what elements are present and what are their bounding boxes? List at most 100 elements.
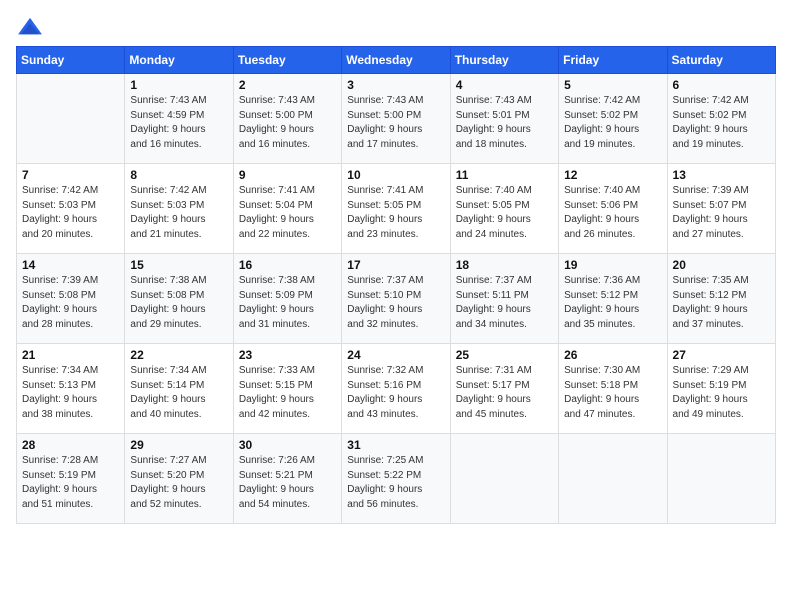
- calendar-cell: 24 Sunrise: 7:32 AM Sunset: 5:16 PM Dayli…: [342, 344, 450, 434]
- day-number: 2: [239, 78, 336, 92]
- calendar-week-4: 21 Sunrise: 7:34 AM Sunset: 5:13 PM Dayli…: [17, 344, 776, 434]
- column-header-friday: Friday: [559, 47, 667, 74]
- calendar-cell: 23 Sunrise: 7:33 AM Sunset: 5:15 PM Dayli…: [233, 344, 341, 434]
- day-number: 14: [22, 258, 119, 272]
- logo-icon: [16, 16, 44, 38]
- day-info: Sunrise: 7:38 AM Sunset: 5:08 PM Dayligh…: [130, 274, 227, 332]
- day-info: Sunrise: 7:40 AM Sunset: 5:06 PM Dayligh…: [564, 184, 661, 242]
- page-header: [16, 16, 776, 38]
- column-header-saturday: Saturday: [667, 47, 775, 74]
- day-info: Sunrise: 7:41 AM Sunset: 5:05 PM Dayligh…: [347, 184, 444, 242]
- calendar-week-1: 1Sunrise: 7:43 AM Sunset: 4:59 PM Daylig…: [17, 74, 776, 164]
- day-info: Sunrise: 7:42 AM Sunset: 5:02 PM Dayligh…: [673, 94, 770, 152]
- logo: [16, 16, 48, 38]
- column-header-wednesday: Wednesday: [342, 47, 450, 74]
- day-number: 19: [564, 258, 661, 272]
- day-info: Sunrise: 7:25 AM Sunset: 5:22 PM Dayligh…: [347, 454, 444, 512]
- calendar-cell: 6 Sunrise: 7:42 AM Sunset: 5:02 PM Daylig…: [667, 74, 775, 164]
- column-header-sunday: Sunday: [17, 47, 125, 74]
- calendar-cell: 11Sunrise: 7:40 AM Sunset: 5:05 PM Dayli…: [450, 164, 558, 254]
- day-number: 13: [673, 168, 770, 182]
- day-info: Sunrise: 7:37 AM Sunset: 5:10 PM Dayligh…: [347, 274, 444, 332]
- calendar-cell: 16 Sunrise: 7:38 AM Sunset: 5:09 PM Dayli…: [233, 254, 341, 344]
- day-info: Sunrise: 7:40 AM Sunset: 5:05 PM Dayligh…: [456, 184, 553, 242]
- day-number: 23: [239, 348, 336, 362]
- day-number: 10: [347, 168, 444, 182]
- calendar-cell: 10 Sunrise: 7:41 AM Sunset: 5:05 PM Dayli…: [342, 164, 450, 254]
- day-info: Sunrise: 7:38 AM Sunset: 5:09 PM Dayligh…: [239, 274, 336, 332]
- day-number: 17: [347, 258, 444, 272]
- day-number: 26: [564, 348, 661, 362]
- day-info: Sunrise: 7:42 AM Sunset: 5:03 PM Dayligh…: [22, 184, 119, 242]
- calendar-cell: 19Sunrise: 7:36 AM Sunset: 5:12 PM Dayli…: [559, 254, 667, 344]
- calendar-cell: 13Sunrise: 7:39 AM Sunset: 5:07 PM Dayli…: [667, 164, 775, 254]
- day-info: Sunrise: 7:34 AM Sunset: 5:14 PM Dayligh…: [130, 364, 227, 422]
- calendar-cell: 25Sunrise: 7:31 AM Sunset: 5:17 PM Dayli…: [450, 344, 558, 434]
- day-info: Sunrise: 7:28 AM Sunset: 5:19 PM Dayligh…: [22, 454, 119, 512]
- calendar-cell: 7 Sunrise: 7:42 AM Sunset: 5:03 PM Daylig…: [17, 164, 125, 254]
- day-number: 4: [456, 78, 553, 92]
- day-info: Sunrise: 7:43 AM Sunset: 5:01 PM Dayligh…: [456, 94, 553, 152]
- day-number: 28: [22, 438, 119, 452]
- calendar-body: 1Sunrise: 7:43 AM Sunset: 4:59 PM Daylig…: [17, 74, 776, 524]
- day-info: Sunrise: 7:26 AM Sunset: 5:21 PM Dayligh…: [239, 454, 336, 512]
- day-number: 31: [347, 438, 444, 452]
- calendar-week-3: 14 Sunrise: 7:39 AM Sunset: 5:08 PM Dayli…: [17, 254, 776, 344]
- calendar-cell: 2 Sunrise: 7:43 AM Sunset: 5:00 PM Daylig…: [233, 74, 341, 164]
- calendar-cell: 28 Sunrise: 7:28 AM Sunset: 5:19 PM Dayli…: [17, 434, 125, 524]
- calendar-cell: [17, 74, 125, 164]
- calendar-cell: 29 Sunrise: 7:27 AM Sunset: 5:20 PM Dayli…: [125, 434, 233, 524]
- day-info: Sunrise: 7:35 AM Sunset: 5:12 PM Dayligh…: [673, 274, 770, 332]
- day-number: 16: [239, 258, 336, 272]
- day-info: Sunrise: 7:37 AM Sunset: 5:11 PM Dayligh…: [456, 274, 553, 332]
- day-info: Sunrise: 7:29 AM Sunset: 5:19 PM Dayligh…: [673, 364, 770, 422]
- day-number: 8: [130, 168, 227, 182]
- day-number: 22: [130, 348, 227, 362]
- column-header-thursday: Thursday: [450, 47, 558, 74]
- day-number: 25: [456, 348, 553, 362]
- calendar-cell: 27 Sunrise: 7:29 AM Sunset: 5:19 PM Dayli…: [667, 344, 775, 434]
- calendar-cell: 12Sunrise: 7:40 AM Sunset: 5:06 PM Dayli…: [559, 164, 667, 254]
- calendar-header: SundayMondayTuesdayWednesdayThursdayFrid…: [17, 47, 776, 74]
- day-info: Sunrise: 7:42 AM Sunset: 5:02 PM Dayligh…: [564, 94, 661, 152]
- calendar-cell: 20Sunrise: 7:35 AM Sunset: 5:12 PM Dayli…: [667, 254, 775, 344]
- calendar-cell: 5 Sunrise: 7:42 AM Sunset: 5:02 PM Daylig…: [559, 74, 667, 164]
- day-number: 21: [22, 348, 119, 362]
- calendar-cell: 9 Sunrise: 7:41 AM Sunset: 5:04 PM Daylig…: [233, 164, 341, 254]
- calendar-table: SundayMondayTuesdayWednesdayThursdayFrid…: [16, 46, 776, 524]
- calendar-cell: 26 Sunrise: 7:30 AM Sunset: 5:18 PM Dayli…: [559, 344, 667, 434]
- day-number: 9: [239, 168, 336, 182]
- day-number: 1: [130, 78, 227, 92]
- day-number: 27: [673, 348, 770, 362]
- calendar-cell: 21 Sunrise: 7:34 AM Sunset: 5:13 PM Dayli…: [17, 344, 125, 434]
- day-info: Sunrise: 7:27 AM Sunset: 5:20 PM Dayligh…: [130, 454, 227, 512]
- day-info: Sunrise: 7:33 AM Sunset: 5:15 PM Dayligh…: [239, 364, 336, 422]
- day-info: Sunrise: 7:34 AM Sunset: 5:13 PM Dayligh…: [22, 364, 119, 422]
- day-info: Sunrise: 7:32 AM Sunset: 5:16 PM Dayligh…: [347, 364, 444, 422]
- calendar-cell: [450, 434, 558, 524]
- calendar-cell: 4 Sunrise: 7:43 AM Sunset: 5:01 PM Daylig…: [450, 74, 558, 164]
- day-number: 18: [456, 258, 553, 272]
- day-number: 5: [564, 78, 661, 92]
- day-number: 15: [130, 258, 227, 272]
- day-number: 29: [130, 438, 227, 452]
- calendar-week-2: 7 Sunrise: 7:42 AM Sunset: 5:03 PM Daylig…: [17, 164, 776, 254]
- calendar-cell: 15 Sunrise: 7:38 AM Sunset: 5:08 PM Dayli…: [125, 254, 233, 344]
- column-header-tuesday: Tuesday: [233, 47, 341, 74]
- day-info: Sunrise: 7:39 AM Sunset: 5:08 PM Dayligh…: [22, 274, 119, 332]
- day-number: 30: [239, 438, 336, 452]
- calendar-cell: 30 Sunrise: 7:26 AM Sunset: 5:21 PM Dayli…: [233, 434, 341, 524]
- calendar-cell: 31 Sunrise: 7:25 AM Sunset: 5:22 PM Dayli…: [342, 434, 450, 524]
- day-info: Sunrise: 7:30 AM Sunset: 5:18 PM Dayligh…: [564, 364, 661, 422]
- day-number: 6: [673, 78, 770, 92]
- day-number: 24: [347, 348, 444, 362]
- column-header-monday: Monday: [125, 47, 233, 74]
- day-number: 3: [347, 78, 444, 92]
- day-info: Sunrise: 7:43 AM Sunset: 5:00 PM Dayligh…: [239, 94, 336, 152]
- calendar-week-5: 28 Sunrise: 7:28 AM Sunset: 5:19 PM Dayli…: [17, 434, 776, 524]
- calendar-cell: 1Sunrise: 7:43 AM Sunset: 4:59 PM Daylig…: [125, 74, 233, 164]
- day-info: Sunrise: 7:42 AM Sunset: 5:03 PM Dayligh…: [130, 184, 227, 242]
- calendar-cell: 17 Sunrise: 7:37 AM Sunset: 5:10 PM Dayli…: [342, 254, 450, 344]
- day-info: Sunrise: 7:41 AM Sunset: 5:04 PM Dayligh…: [239, 184, 336, 242]
- day-number: 7: [22, 168, 119, 182]
